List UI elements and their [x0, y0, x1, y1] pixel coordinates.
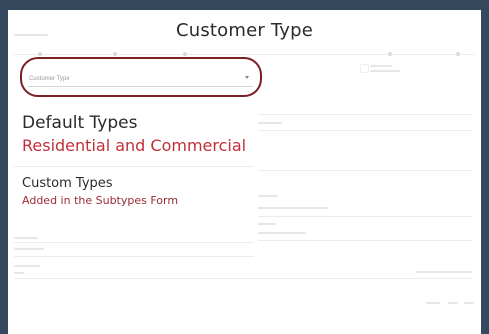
- background-field-line-9: [14, 278, 472, 279]
- step-dot-2: [113, 52, 117, 56]
- background-field-value-6: [14, 272, 24, 274]
- background-button-2: [448, 302, 458, 304]
- background-button-1: [426, 302, 440, 304]
- default-types-value: Residential and Commercial: [22, 136, 247, 155]
- background-field-line-5: [258, 216, 472, 217]
- background-check-label: [370, 65, 392, 67]
- default-types-heading: Default Types: [22, 113, 138, 133]
- background-field-line-4: [258, 170, 472, 171]
- background-field-label-1: [258, 122, 282, 124]
- background-field-value-7: [416, 271, 472, 273]
- step-dot-5: [456, 52, 460, 56]
- step-dot-1: [38, 52, 42, 56]
- background-field-line-7: [14, 242, 254, 243]
- step-dot-4: [388, 52, 392, 56]
- step-dot-3: [183, 52, 187, 56]
- background-checkbox: [360, 64, 369, 73]
- background-stepper-line: [14, 54, 474, 55]
- customer-type-label: Customer Type: [29, 76, 70, 82]
- background-field-label-5: [14, 248, 44, 250]
- chevron-down-icon[interactable]: [245, 76, 249, 79]
- background-field-line-2: [258, 130, 472, 131]
- custom-types-value: Added in the Subtypes Form: [22, 194, 179, 207]
- background-check-label-2: [370, 70, 400, 72]
- page-title: Customer Type: [175, 20, 314, 41]
- background-field-line-8: [14, 256, 254, 257]
- background-field-line-6: [258, 240, 472, 241]
- screenshot-frame: Customer Type Customer Type Default Type…: [8, 10, 481, 334]
- background-field-label-6: [14, 265, 40, 267]
- custom-types-heading: Custom Types: [22, 176, 113, 191]
- background-field-label-2: [258, 195, 278, 197]
- customer-type-select[interactable]: Customer Type: [28, 70, 253, 87]
- background-field-line-1: [258, 114, 472, 115]
- background-field-label-4: [14, 237, 38, 239]
- background-field-value-3: [258, 232, 306, 234]
- background-field-line-3: [14, 166, 254, 167]
- background-field-value-2: [258, 207, 328, 209]
- background-button-3: [464, 302, 474, 304]
- background-field-label-3: [258, 223, 276, 225]
